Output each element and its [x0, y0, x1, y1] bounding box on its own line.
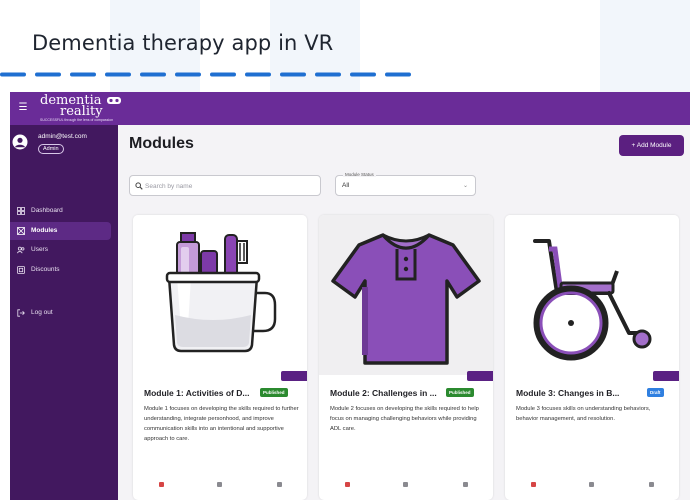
sidebar-item-logout[interactable]: Log out	[10, 304, 111, 322]
add-module-button[interactable]: + Add Module	[619, 135, 684, 156]
module-image	[505, 215, 679, 375]
top-bar: ☰ dementia reality SUCCESSFUL through th…	[10, 92, 690, 125]
modules-icon	[17, 227, 25, 235]
edit-icon[interactable]	[403, 482, 408, 487]
discounts-icon	[17, 266, 25, 274]
module-card-1[interactable]: Module 1: Activities of D... Published M…	[133, 215, 307, 500]
sidebar-item-label: Dashboard	[31, 207, 63, 214]
search-input[interactable]	[145, 178, 315, 194]
module-image	[133, 215, 307, 375]
delete-icon[interactable]	[345, 482, 350, 487]
user-avatar-icon[interactable]	[12, 134, 28, 150]
module-image	[319, 215, 493, 375]
slide-title: Dementia therapy app in VR	[32, 31, 334, 55]
sidebar-item-discounts[interactable]: Discounts	[10, 261, 111, 279]
hamburger-menu-icon[interactable]: ☰	[16, 101, 30, 115]
toothbrush-cup-icon	[165, 232, 277, 353]
module-card-2[interactable]: Module 2: Challenges in ... Published Mo…	[319, 215, 493, 500]
users-icon	[17, 246, 25, 254]
shirt-icon	[331, 233, 481, 365]
status-badge: Published	[446, 388, 474, 397]
sidebar-item-dashboard[interactable]: Dashboard	[10, 202, 111, 220]
dashboard-icon	[17, 207, 25, 215]
module-description: Module 3 focuses skills on understanding…	[516, 406, 651, 422]
share-icon[interactable]	[277, 482, 282, 487]
module-description: Module 1 focuses on developing the skill…	[144, 406, 299, 442]
module-ribbon	[281, 371, 307, 381]
sidebar: admin@test.com Admin Dashboard Modules U…	[10, 125, 118, 500]
brand-tagline: SUCCESSFUL through the lens of compassio…	[40, 118, 114, 122]
brand-logo[interactable]: dementia reality SUCCESSFUL through the …	[40, 94, 132, 124]
chevron-down-icon: ⌄	[463, 183, 469, 189]
search-field[interactable]	[129, 175, 321, 196]
user-email: admin@test.com	[38, 133, 87, 140]
brand-name-bottom: reality	[60, 104, 103, 119]
delete-icon[interactable]	[159, 482, 164, 487]
modules-heading: Modules	[129, 135, 194, 152]
app-window: ☰ dementia reality SUCCESSFUL through th…	[10, 92, 690, 500]
module-title: Module 3: Changes in B...	[516, 388, 620, 398]
module-description: Module 2 focuses on developing the skill…	[330, 406, 479, 432]
share-icon[interactable]	[463, 482, 468, 487]
module-status-value: All	[342, 182, 350, 189]
search-icon	[135, 182, 143, 190]
sidebar-item-label: Modules	[31, 227, 58, 234]
edit-icon[interactable]	[589, 482, 594, 487]
sidebar-item-modules[interactable]: Modules	[10, 222, 111, 240]
edit-icon[interactable]	[217, 482, 222, 487]
sidebar-item-label: Log out	[31, 309, 53, 316]
module-title: Module 2: Challenges in ...	[330, 388, 437, 398]
module-card-3[interactable]: Module 3: Changes in B... Draft Module 3…	[505, 215, 679, 500]
module-actions	[133, 482, 307, 492]
logout-icon	[17, 309, 25, 317]
status-badge: Published	[260, 388, 288, 397]
module-status-label: Module Status	[343, 172, 376, 177]
sidebar-item-label: Discounts	[31, 266, 60, 273]
role-badge: Admin	[38, 144, 64, 154]
delete-icon[interactable]	[531, 482, 536, 487]
status-badge: Draft	[647, 388, 664, 397]
wheelchair-icon	[533, 239, 652, 361]
module-actions	[319, 482, 493, 492]
module-ribbon	[467, 371, 493, 381]
sidebar-item-label: Users	[31, 246, 48, 253]
dashed-divider	[0, 72, 420, 77]
sidebar-item-users[interactable]: Users	[10, 241, 111, 259]
module-actions	[505, 482, 679, 492]
module-ribbon	[653, 371, 679, 381]
module-status-select[interactable]: Module Status All ⌄	[335, 172, 476, 196]
vr-headset-icon	[107, 97, 121, 104]
share-icon[interactable]	[649, 482, 654, 487]
module-title: Module 1: Activities of D...	[144, 388, 250, 398]
